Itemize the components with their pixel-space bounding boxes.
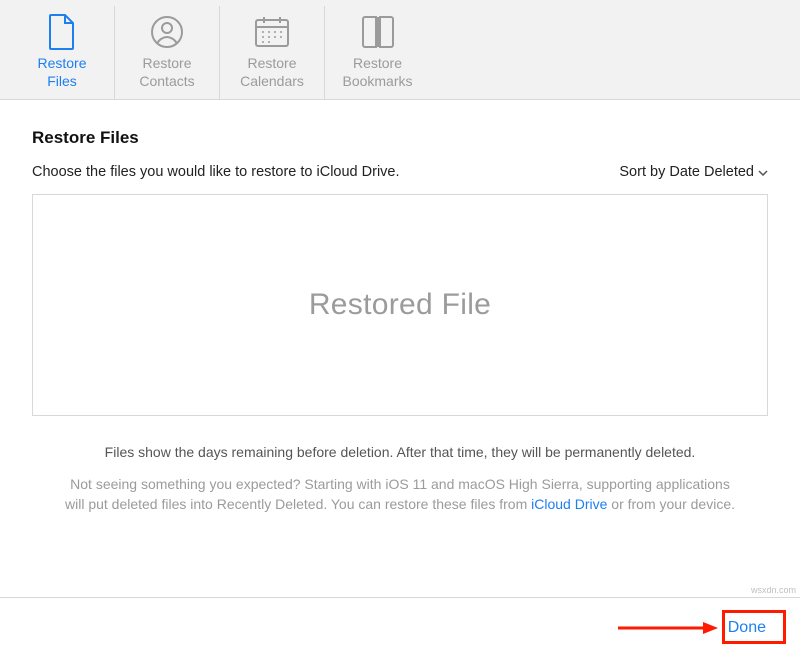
sort-button[interactable]: Sort by Date Deleted <box>619 164 768 180</box>
tab-label-line1: Restore <box>353 55 402 73</box>
page-subtitle: Choose the files you would like to resto… <box>32 164 400 180</box>
toolbar: Restore Files Restore Contacts Restore C… <box>0 0 800 100</box>
tab-restore-bookmarks[interactable]: Restore Bookmarks <box>325 6 430 99</box>
footnotes: Files show the days remaining before del… <box>32 444 768 515</box>
chevron-down-icon <box>758 164 768 180</box>
bottom-bar: Done <box>0 597 800 657</box>
file-icon <box>47 12 77 52</box>
tab-restore-calendars[interactable]: Restore Calendars <box>220 6 325 99</box>
deletion-note: Files show the days remaining before del… <box>62 444 738 460</box>
watermark: wsxdn.com <box>751 585 796 595</box>
main-content: Restore Files Choose the files you would… <box>0 100 800 515</box>
tab-label-line1: Restore <box>142 55 191 73</box>
tab-label-line2: Calendars <box>240 73 304 91</box>
tab-label-line2: Files <box>47 73 77 91</box>
sort-label: Sort by Date Deleted <box>619 164 754 180</box>
file-list-panel[interactable]: Restored File <box>32 194 768 416</box>
done-button[interactable]: Done <box>714 613 780 643</box>
help-note: Not seeing something you expected? Start… <box>62 474 738 515</box>
tab-label-line2: Bookmarks <box>342 73 412 91</box>
tab-label-line1: Restore <box>247 55 296 73</box>
help-note-post: or from your device. <box>607 496 735 512</box>
panel-placeholder-text: Restored File <box>309 288 491 322</box>
tab-restore-contacts[interactable]: Restore Contacts <box>115 6 220 99</box>
tab-restore-files[interactable]: Restore Files <box>10 6 115 99</box>
tab-label-line2: Contacts <box>139 73 194 91</box>
bookmarks-icon <box>359 12 397 52</box>
contact-icon <box>150 12 184 52</box>
page-title: Restore Files <box>32 128 768 148</box>
calendar-icon <box>254 12 290 52</box>
icloud-drive-link[interactable]: iCloud Drive <box>531 496 607 512</box>
tab-label-line1: Restore <box>37 55 86 73</box>
